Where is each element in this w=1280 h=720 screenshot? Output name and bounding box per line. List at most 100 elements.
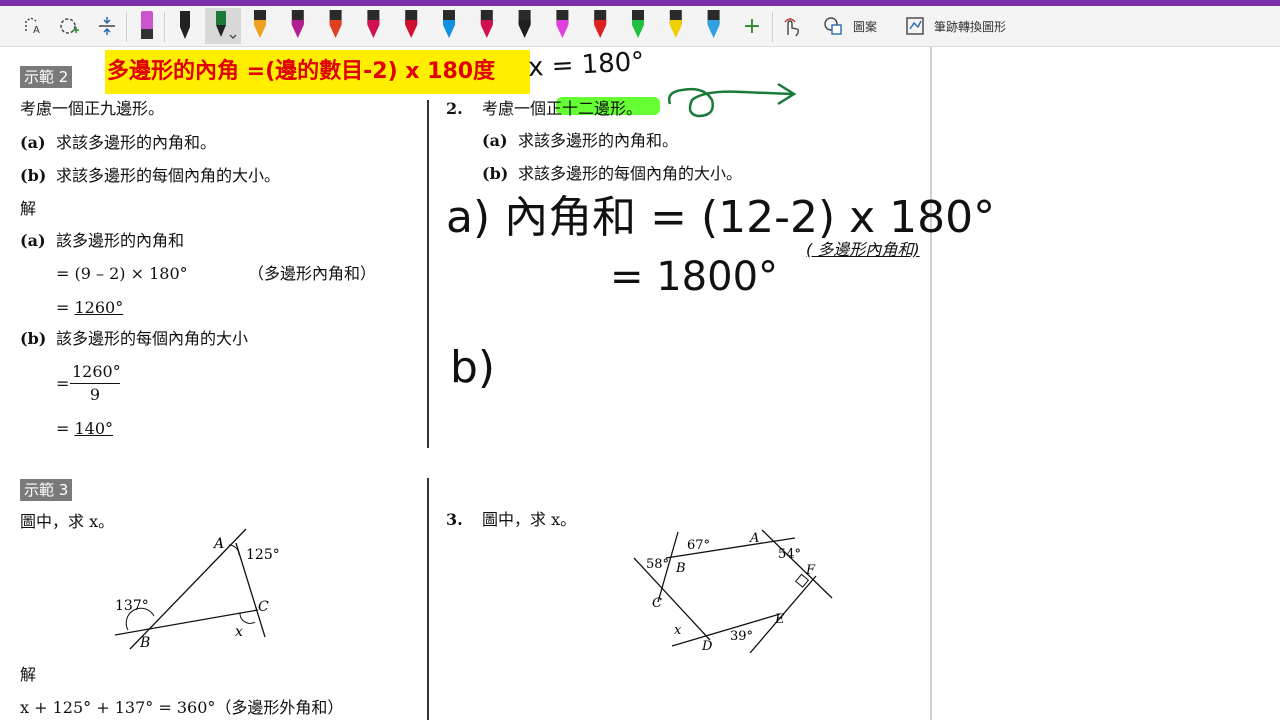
angle-x: x: [674, 623, 682, 638]
equals-sign: =: [56, 298, 75, 317]
highlighter-purple-icon[interactable]: [132, 8, 162, 44]
q2-part-b-text: 求該多邊形的每個內角的大小。: [518, 164, 743, 183]
sol-b-answer: 140°: [74, 419, 114, 438]
pen-color-icon[interactable]: [556, 10, 569, 38]
pen-color-icon[interactable]: [669, 10, 682, 38]
add-pen-icon[interactable]: +: [737, 8, 767, 44]
sol-b-answer-line: = 140°: [56, 419, 113, 439]
line-de: [671, 613, 781, 647]
sol-a-text: 該多邊形的內角和: [56, 231, 185, 250]
pen-color-icon[interactable]: [594, 10, 607, 38]
column-divider: [427, 100, 429, 448]
line-ab: [129, 528, 247, 650]
draw-toolbar: A + 圖案 筆跡轉換圖形: [0, 6, 1280, 47]
vertex-a: A: [749, 531, 759, 546]
ex2-part-b-text: 求該多邊形的每個內角的大小。: [56, 166, 281, 185]
column-divider: [427, 478, 429, 720]
add-space-icon[interactable]: [54, 8, 84, 44]
angle-58: 58°: [646, 557, 669, 572]
ex2-part-a-mark: (a): [20, 133, 46, 152]
q3-question: 圖中，求 x。: [482, 510, 577, 529]
shapes-label[interactable]: 圖案: [853, 18, 877, 35]
pen-color-icon[interactable]: [518, 10, 531, 38]
vertex-d: D: [701, 639, 713, 653]
ink-reason-label: ( 多邊形內角和): [806, 240, 920, 259]
pen-color-icon[interactable]: [707, 10, 720, 38]
pen-color-icon[interactable]: [405, 10, 418, 38]
ink-answer-b-label[interactable]: b): [450, 340, 495, 396]
angle-137: 137°: [115, 598, 149, 614]
solution-heading: 解: [20, 199, 37, 218]
pen-color-icon[interactable]: [480, 10, 493, 38]
angle-125: 125°: [246, 547, 280, 563]
toolbar-separator: [164, 12, 165, 42]
ink-arrow-stroke: [668, 87, 793, 118]
pen-color-icon[interactable]: [254, 10, 266, 38]
ink-answer-a-line2[interactable]: = 1800°: [610, 252, 778, 302]
ex2-part-a-text: 求該多邊形的內角和。: [56, 133, 217, 152]
pen-color-icon[interactable]: [632, 10, 644, 38]
pen-dark-green-icon[interactable]: [205, 8, 241, 44]
add-pen-glyph: +: [742, 13, 762, 39]
sol-a-reason: （多邊形內角和）: [248, 264, 377, 283]
vertex-a: A: [212, 536, 224, 552]
ink-to-shape-label[interactable]: 筆跡轉換圖形: [934, 18, 1006, 35]
ink-to-shape-icon[interactable]: [900, 8, 930, 44]
q2-question: 考慮一個正十二邊形。: [482, 99, 643, 118]
line-af: [761, 529, 833, 599]
ex3-solution-heading: 解: [20, 665, 37, 684]
toolbar-separator: [126, 12, 127, 42]
pen-color-palette[interactable]: [244, 6, 754, 46]
ex3-solution-line: x + 125° + 137° = 360°（多邊形外角和）: [20, 698, 344, 717]
sol-a-answer-line: = 1260°: [56, 298, 123, 318]
angle-39: 39°: [730, 629, 753, 644]
sol-b-eq1: =: [56, 374, 70, 393]
vertex-c: C: [258, 599, 269, 615]
toolbar-separator: [772, 12, 773, 42]
shapes-icon[interactable]: [818, 8, 848, 44]
sol-b-text: 該多邊形的每個內角的大小: [56, 329, 249, 348]
example-2-label: 示範 2: [20, 66, 73, 88]
pen-color-icon[interactable]: [329, 10, 342, 38]
angle-arc-c: [239, 612, 256, 624]
example-3-question: 圖中，求 x。: [20, 512, 115, 531]
pen-color-icon[interactable]: [291, 10, 304, 38]
svg-text:A: A: [33, 25, 40, 36]
equals-sign: =: [56, 419, 75, 438]
insert-space-icon[interactable]: [92, 8, 122, 44]
vertex-f: F: [805, 563, 816, 578]
vertex-b: B: [675, 561, 686, 576]
ink-top-equation[interactable]: x = 180°: [527, 47, 645, 83]
pen-black-icon[interactable]: [170, 8, 200, 44]
fraction-numerator: 1260°: [70, 361, 121, 384]
q3-number: 3.: [446, 510, 463, 529]
q2-number: 2.: [446, 99, 463, 118]
triangle-figure: A B C 125° 137° x: [114, 528, 280, 650]
ink-answer-a-line1[interactable]: a) 內角和 = (12-2) x 180°: [446, 190, 995, 246]
sol-a-answer: 1260°: [74, 298, 124, 317]
ink-arrow[interactable]: [664, 76, 804, 126]
pentagon-figure: B A F E D C 67° 54° 58° 39° x: [633, 529, 833, 653]
fraction-denominator: 9: [89, 385, 101, 404]
q2-part-b-mark: (b): [482, 164, 509, 183]
vertex-b: B: [139, 635, 150, 650]
angle-54: 54°: [778, 547, 801, 562]
lasso-select-icon[interactable]: A: [18, 8, 48, 44]
example-2-question: 考慮一個正九邊形。: [20, 99, 165, 118]
sol-a-mark: (a): [20, 231, 46, 250]
angle-x: x: [235, 624, 243, 640]
formula-note-banner[interactable]: 多邊形的內角 =(邊的數目-2) x 180度: [105, 50, 530, 94]
line-ba: [665, 537, 796, 559]
vertex-e: E: [774, 612, 785, 627]
vertex-c: C: [652, 596, 662, 611]
sol-b-fraction: 1260° 9: [70, 361, 121, 406]
pen-color-icon[interactable]: [443, 10, 455, 38]
example-3-label: 示範 3: [20, 479, 73, 501]
q2-part-a-text: 求該多邊形的內角和。: [518, 131, 679, 150]
ex2-part-b-mark: (b): [20, 166, 47, 185]
touch-draw-icon[interactable]: [776, 8, 806, 44]
q2-part-a-mark: (a): [482, 131, 508, 150]
angle-67: 67°: [687, 538, 710, 553]
pen-color-icon[interactable]: [367, 10, 380, 38]
sol-a-line1: = (9 – 2) × 180°: [56, 264, 188, 283]
